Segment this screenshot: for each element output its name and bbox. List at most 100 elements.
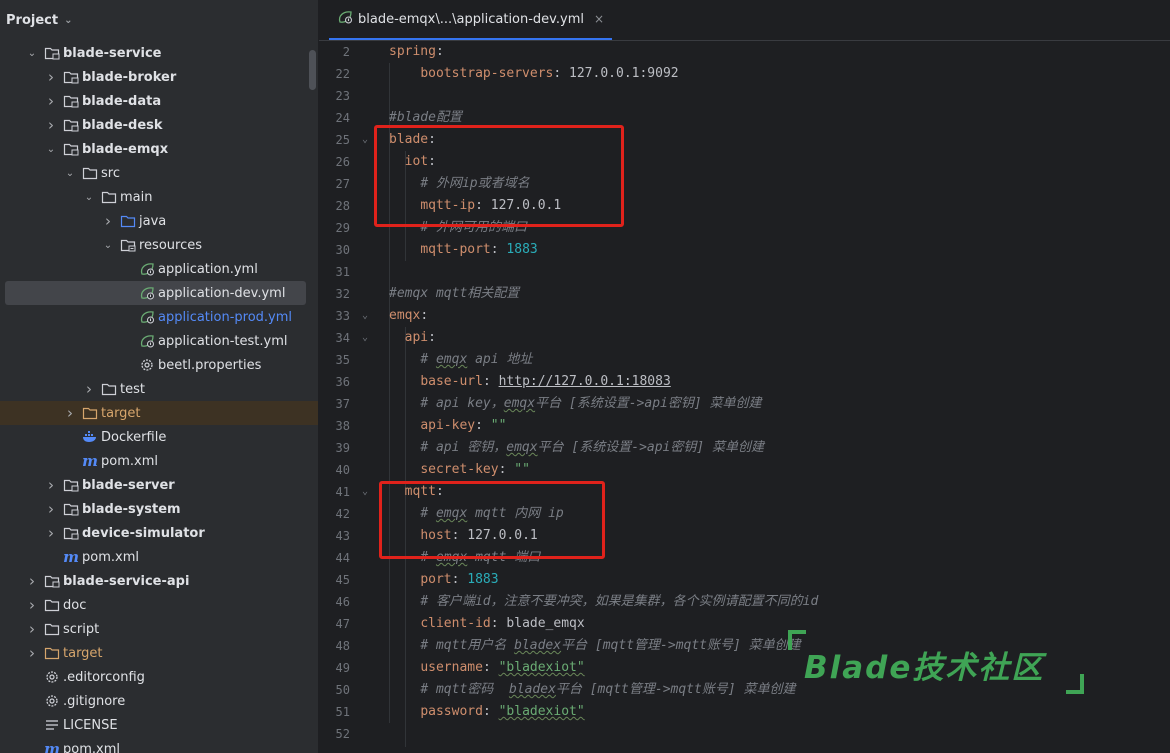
chevron-right-icon[interactable]: › [26, 620, 38, 638]
chevron-down-icon[interactable]: ⌄ [45, 144, 57, 155]
line-number-text: 51 [335, 705, 350, 719]
chevron-right-icon[interactable]: › [45, 476, 57, 494]
tree-item-blade-service-api[interactable]: › blade-service-api [0, 569, 318, 593]
line-number-text: 44 [335, 551, 350, 565]
close-icon[interactable]: × [594, 12, 604, 26]
tree-item-blade-system[interactable]: › blade-system [0, 497, 318, 521]
tree-item-application-yml[interactable]: application.yml [0, 257, 318, 281]
chevron-right-icon[interactable]: › [45, 116, 57, 134]
fold-chevron-icon[interactable]: ⌄ [362, 327, 368, 349]
code-line[interactable] [389, 85, 1170, 107]
chevron-right-icon[interactable]: › [102, 212, 114, 230]
tree-item-src[interactable]: ⌄ src [0, 161, 318, 185]
chevron-down-icon[interactable]: ⌄ [64, 168, 76, 179]
code-line[interactable]: # api 密钥，emqx平台 [系统设置->api密钥] 菜单创建 [389, 437, 1170, 459]
tree-item-pom-xml[interactable]: m pom.xml [0, 737, 318, 753]
project-panel-header[interactable]: Project ⌄ [0, 0, 318, 40]
line-number: 36 [319, 371, 374, 393]
gear-icon [139, 358, 155, 372]
tree-item-blade-broker[interactable]: › blade-broker [0, 65, 318, 89]
tree-item-device-simulator[interactable]: › device-simulator [0, 521, 318, 545]
project-title[interactable]: Project [6, 13, 58, 28]
sidebar-scrollbar[interactable] [309, 50, 316, 90]
tree-item-beetl-properties[interactable]: beetl.properties [0, 353, 318, 377]
code-token: #blade配置 [389, 110, 462, 125]
code-line[interactable]: secret-key: "" [389, 459, 1170, 481]
tree-item-pom-xml[interactable]: m pom.xml [0, 449, 318, 473]
code-line[interactable]: spring: [389, 41, 1170, 63]
tree-item-java[interactable]: › java [0, 209, 318, 233]
code-line[interactable]: base-url: http://127.0.0.1:18083 [389, 371, 1170, 393]
tree-item-gitignore[interactable]: .gitignore [0, 689, 318, 713]
line-number-text: 30 [335, 243, 350, 257]
chevron-right-icon[interactable]: › [45, 524, 57, 542]
tree-item-label: application-test.yml [158, 333, 288, 349]
tree-item-editorconfig[interactable]: .editorconfig [0, 665, 318, 689]
resources-folder-icon [120, 238, 136, 252]
code-line[interactable]: password: "bladexiot" [389, 701, 1170, 723]
tree-item-blade-desk[interactable]: › blade-desk [0, 113, 318, 137]
code-line[interactable] [389, 261, 1170, 283]
code-line[interactable]: api: [389, 327, 1170, 349]
chevron-right-icon[interactable]: › [26, 596, 38, 614]
code-line[interactable]: # emqx api 地址 [389, 349, 1170, 371]
chevron-down-icon[interactable]: ⌄ [26, 48, 38, 59]
line-number: 33 ⌄ [319, 305, 374, 327]
tree-item-test[interactable]: › test [0, 377, 318, 401]
code-line[interactable]: # api key，emqx平台 [系统设置->api密钥] 菜单创建 [389, 393, 1170, 415]
tree-item-doc[interactable]: › doc [0, 593, 318, 617]
code-line[interactable]: api-key: "" [389, 415, 1170, 437]
fold-chevron-icon[interactable]: ⌄ [362, 305, 368, 327]
chevron-down-icon[interactable]: ⌄ [83, 192, 95, 203]
tree-item-label: beetl.properties [158, 357, 262, 373]
chevron-right-icon[interactable]: › [45, 500, 57, 518]
chevron-right-icon[interactable]: › [64, 404, 76, 422]
code-line[interactable]: # 客户端id，注意不要冲突，如果是集群，各个实例请配置不同的id [389, 591, 1170, 613]
chevron-right-icon[interactable]: › [45, 68, 57, 86]
tree-item-label: java [139, 213, 167, 229]
line-number: 39 [319, 437, 374, 459]
tree-item-label: pom.xml [101, 453, 158, 469]
chevron-right-icon[interactable]: › [26, 572, 38, 590]
code-token: spring [389, 44, 436, 59]
line-number-text: 25 [335, 133, 350, 147]
maven-icon: m [82, 452, 98, 470]
tree-item-blade-server[interactable]: › blade-server [0, 473, 318, 497]
tree-item-application-dev-yml[interactable]: application-dev.yml [5, 281, 306, 305]
code-line[interactable]: port: 1883 [389, 569, 1170, 591]
tree-item-dockerfile[interactable]: Dockerfile [0, 425, 318, 449]
code-line[interactable]: emqx: [389, 305, 1170, 327]
chevron-down-icon[interactable]: ⌄ [64, 15, 72, 26]
fold-chevron-icon[interactable]: ⌄ [362, 129, 368, 151]
line-number: 44 [319, 547, 374, 569]
tree-item-label: Dockerfile [101, 429, 167, 445]
code-line[interactable]: mqtt-port: 1883 [389, 239, 1170, 261]
tree-item-application-test-yml[interactable]: application-test.yml [0, 329, 318, 353]
tab-application-dev-yml[interactable]: blade-emqx\...\application-dev.yml × [329, 0, 613, 40]
fold-chevron-icon[interactable]: ⌄ [362, 481, 368, 503]
line-number-text: 40 [335, 463, 350, 477]
tree-item-target[interactable]: › target [0, 641, 318, 665]
tree-item-blade-service[interactable]: ⌄ blade-service [0, 41, 318, 65]
tree-item-blade-data[interactable]: › blade-data [0, 89, 318, 113]
chevron-right-icon[interactable]: › [45, 92, 57, 110]
tree-item-pom-xml[interactable]: m pom.xml [0, 545, 318, 569]
chevron-down-icon[interactable]: ⌄ [102, 240, 114, 251]
tree-item-label: blade-service-api [63, 573, 190, 589]
chevron-right-icon[interactable]: › [83, 380, 95, 398]
tree-item-license[interactable]: LICENSE [0, 713, 318, 737]
tree-item-blade-emqx[interactable]: ⌄ blade-emqx [0, 137, 318, 161]
tree-item-resources[interactable]: ⌄ resources [0, 233, 318, 257]
code-line[interactable] [389, 723, 1170, 745]
tree-item-script[interactable]: › script [0, 617, 318, 641]
tree-item-target[interactable]: › target [0, 401, 318, 425]
code-line[interactable]: bootstrap-servers: 127.0.0.1:9092 [389, 63, 1170, 85]
code-token: : 127.0.0.1:9092 [553, 66, 679, 81]
tree-item-main[interactable]: ⌄ main [0, 185, 318, 209]
chevron-right-icon[interactable]: › [26, 644, 38, 662]
code-token: mqtt-port [420, 242, 491, 257]
tree-item-application-prod-yml[interactable]: application-prod.yml [0, 305, 318, 329]
code-line[interactable]: #emqx mqtt相关配置 [389, 283, 1170, 305]
